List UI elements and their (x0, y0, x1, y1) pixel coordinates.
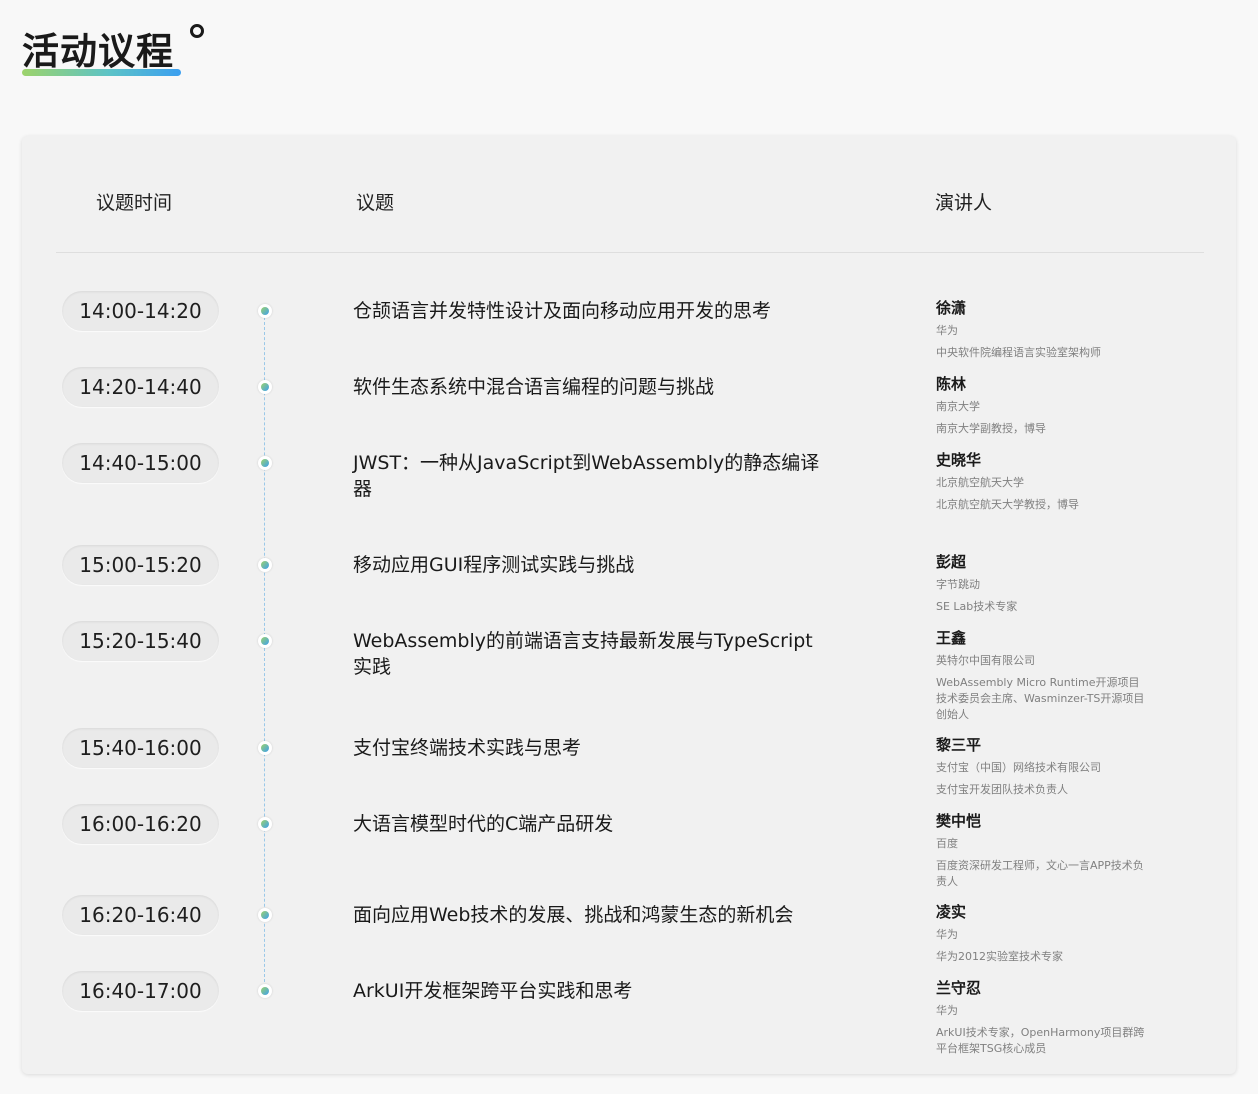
speaker-info: 凌实 华为 华为2012实验室技术专家 (936, 901, 1146, 965)
speaker-org: 华为 (936, 1004, 958, 1017)
timeline-dot-icon (258, 741, 272, 755)
time-pill: 15:40-16:00 (62, 728, 219, 768)
topic-title: 仓颉语言并发特性设计及面向移动应用开发的思考 (353, 300, 772, 322)
time-pill: 16:20-16:40 (62, 895, 219, 935)
header-topic: 议题 (356, 192, 395, 214)
speaker-org: 北京航空航天大学 (936, 476, 1024, 489)
speaker-role: 北京航空航天大学教授，博导 (936, 498, 1079, 511)
speaker-org: 百度 (936, 837, 958, 850)
time-pill: 16:00-16:20 (62, 804, 219, 844)
time-pill: 14:20-14:40 (62, 367, 219, 407)
page-title: 活动议程 (22, 30, 174, 73)
topic-title: 面向应用Web技术的发展、挑战和鸿蒙生态的新机会 (353, 904, 794, 926)
speaker-role: SE Lab技术专家 (936, 600, 1018, 613)
speaker-name: 黎三平 (936, 736, 982, 754)
speaker-info: 兰守忍 华为 ArkUI技术专家，OpenHarmony项目群跨平台框架TSG核… (936, 977, 1146, 1057)
speaker-info: 史晓华 北京航空航天大学 北京航空航天大学教授，博导 (936, 449, 1146, 513)
speaker-name: 徐潇 (936, 299, 967, 317)
timeline-dot-icon (258, 817, 272, 831)
timeline-dot-icon (258, 908, 272, 922)
speaker-org: 南京大学 (936, 400, 980, 413)
timeline-dot-icon (258, 558, 272, 572)
speaker-info: 陈林 南京大学 南京大学副教授，博导 (936, 373, 1146, 437)
header-speaker: 演讲人 (935, 192, 993, 214)
speaker-info: 黎三平 支付宝（中国）网络技术有限公司 支付宝开发团队技术负责人 (936, 734, 1146, 798)
speaker-role: ArkUI技术专家，OpenHarmony项目群跨平台框架TSG核心成员 (936, 1026, 1145, 1055)
speaker-org: 英特尔中国有限公司 (936, 654, 1035, 667)
agenda-panel: 议题时间 议题 演讲人 14:00-14:20 仓颉语言并发特性设计及面向移动应… (22, 136, 1236, 1074)
speaker-name: 王鑫 (936, 629, 967, 647)
speaker-name: 兰守忍 (936, 979, 982, 997)
timeline-line (264, 312, 265, 992)
page-title-block: 活动议程 (22, 24, 204, 76)
timeline-dot-icon (258, 984, 272, 998)
title-dot-icon (190, 24, 204, 38)
topic-title: JWST：一种从JavaScript到WebAssembly的静态编译器 (353, 452, 820, 500)
speaker-name: 樊中恺 (936, 812, 982, 830)
topic-title: WebAssembly的前端语言支持最新发展与TypeScript实践 (353, 630, 813, 678)
time-pill: 14:40-15:00 (62, 443, 219, 483)
timeline-dot-icon (258, 456, 272, 470)
header-divider (56, 252, 1204, 253)
header-time: 议题时间 (96, 192, 173, 214)
topic-title: 移动应用GUI程序测试实践与挑战 (353, 554, 635, 576)
speaker-role: 南京大学副教授，博导 (936, 422, 1046, 435)
topic-title: ArkUI开发框架跨平台实践和思考 (353, 980, 633, 1002)
speaker-org: 支付宝（中国）网络技术有限公司 (936, 761, 1101, 774)
speaker-role: 中央软件院编程语言实验室架构师 (936, 346, 1101, 359)
speaker-info: 徐潇 华为 中央软件院编程语言实验室架构师 (936, 297, 1146, 361)
topic-title: 支付宝终端技术实践与思考 (353, 737, 582, 759)
speaker-role: 百度资深研发工程师，文心一言APP技术负责人 (936, 859, 1144, 888)
speaker-name: 陈林 (936, 375, 967, 393)
speaker-info: 彭超 字节跳动 SE Lab技术专家 (936, 551, 1146, 615)
time-pill: 15:00-15:20 (62, 545, 219, 585)
speaker-org: 华为 (936, 928, 958, 941)
topic-title: 软件生态系统中混合语言编程的问题与挑战 (353, 376, 715, 398)
speaker-org: 华为 (936, 324, 958, 337)
speaker-info: 樊中恺 百度 百度资深研发工程师，文心一言APP技术负责人 (936, 810, 1146, 890)
speaker-info: 王鑫 英特尔中国有限公司 WebAssembly Micro Runtime开源… (936, 627, 1146, 723)
speaker-name: 凌实 (936, 903, 967, 921)
time-pill: 15:20-15:40 (62, 621, 219, 661)
timeline-dot-icon (258, 304, 272, 318)
speaker-name: 史晓华 (936, 451, 982, 469)
speaker-role: 华为2012实验室技术专家 (936, 950, 1063, 963)
time-pill: 16:40-17:00 (62, 971, 219, 1011)
speaker-name: 彭超 (936, 553, 967, 571)
time-pill: 14:00-14:20 (62, 291, 219, 331)
timeline-dot-icon (258, 380, 272, 394)
speaker-role: 支付宝开发团队技术负责人 (936, 783, 1068, 796)
speaker-role: WebAssembly Micro Runtime开源项目技术委员会主席、Was… (936, 676, 1145, 721)
speaker-org: 字节跳动 (936, 578, 980, 591)
topic-title: 大语言模型时代的C端产品研发 (353, 813, 614, 835)
timeline-dot-icon (258, 634, 272, 648)
